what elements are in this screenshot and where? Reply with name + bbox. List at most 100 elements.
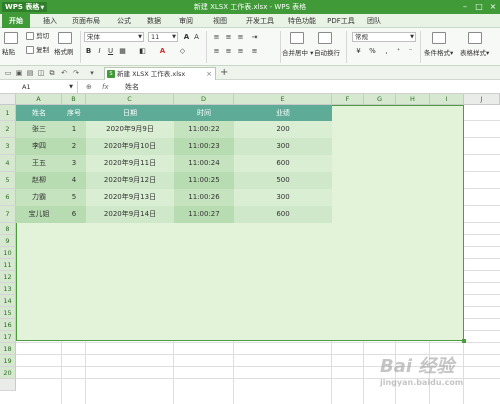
redo-icon[interactable]: ↷ <box>72 69 80 77</box>
cell-date[interactable]: 2020年9月11日 <box>86 155 174 172</box>
row-header-17[interactable]: 17 <box>0 331 16 343</box>
chevron-down-icon[interactable]: ▾ <box>88 69 96 77</box>
folder-icon[interactable]: ▭ <box>4 69 12 77</box>
cell-score[interactable]: 300 <box>234 138 332 155</box>
cell-name[interactable]: 张三 <box>16 121 62 138</box>
italic-button[interactable]: I <box>95 47 104 56</box>
cell-seq[interactable]: 6 <box>62 206 86 223</box>
tab-review[interactable]: 审阅 <box>174 14 198 28</box>
export-icon[interactable]: ⧉ <box>48 69 56 77</box>
align-middle-icon[interactable]: ≡ <box>224 33 233 42</box>
undo-icon[interactable]: ↶ <box>60 69 68 77</box>
cell-time[interactable]: 11:00:25 <box>174 172 234 189</box>
tab-team[interactable]: 团队 <box>362 14 386 28</box>
row-header-11[interactable]: 11 <box>0 259 16 271</box>
tab-view[interactable]: 视图 <box>208 14 232 28</box>
document-tab[interactable]: S 新建 XLSX 工作表.xlsx × <box>104 67 216 80</box>
column-header-b[interactable]: B <box>62 94 86 105</box>
cell-score[interactable]: 600 <box>234 206 332 223</box>
percent-button[interactable]: % <box>368 47 377 56</box>
cell-score[interactable]: 300 <box>234 189 332 206</box>
font-color-icon[interactable]: A <box>158 47 167 56</box>
print-preview-icon[interactable]: ◫ <box>37 69 45 77</box>
merge-center-button[interactable]: 合并居中 ▾ <box>282 49 313 58</box>
tab-start[interactable]: 开始 <box>2 14 30 28</box>
paste-button[interactable]: 粘贴 <box>2 48 15 57</box>
cell-name[interactable]: 赵柳 <box>16 172 62 189</box>
row-header-8[interactable]: 8 <box>0 223 16 235</box>
header-cell-date[interactable]: 日期 <box>86 105 174 121</box>
cell-seq[interactable]: 4 <box>62 172 86 189</box>
formula-input[interactable]: 姓名 <box>125 80 139 94</box>
row-header-20[interactable]: 20 <box>0 367 16 379</box>
indent-icon[interactable]: ⇥ <box>250 33 259 42</box>
grow-font-icon[interactable]: A <box>182 33 191 42</box>
currency-button[interactable]: ¥ <box>354 47 363 56</box>
cell-date[interactable]: 2020年9月13日 <box>86 189 174 206</box>
copy-button[interactable]: 复制 <box>26 46 49 55</box>
column-header-i[interactable]: I <box>430 94 464 105</box>
cell-score[interactable]: 500 <box>234 172 332 189</box>
cell-time[interactable]: 11:00:26 <box>174 189 234 206</box>
row-header-6[interactable]: 6 <box>0 189 16 206</box>
cell-seq[interactable]: 2 <box>62 138 86 155</box>
wrap-text-icon[interactable] <box>318 32 332 44</box>
minimize-icon[interactable]: – <box>458 0 472 14</box>
row-header-1[interactable]: 1 <box>0 105 16 121</box>
cell-name[interactable]: 力霸 <box>16 189 62 206</box>
align-top-icon[interactable]: ≡ <box>212 33 221 42</box>
cell-time[interactable]: 11:00:27 <box>174 206 234 223</box>
row-header-7[interactable]: 7 <box>0 206 16 223</box>
cell-seq[interactable]: 1 <box>62 121 86 138</box>
bold-button[interactable]: B <box>84 47 93 56</box>
cell-date[interactable]: 2020年9月10日 <box>86 138 174 155</box>
align-center-icon[interactable]: ≡ <box>224 47 233 56</box>
column-header-a[interactable]: A <box>16 94 62 105</box>
tab-page-layout[interactable]: 页面布局 <box>68 14 104 28</box>
print-icon[interactable]: ▤ <box>26 69 34 77</box>
close-tab-icon[interactable]: × <box>206 68 212 80</box>
shrink-font-icon[interactable]: A <box>192 33 201 42</box>
name-box[interactable]: A1 ▼ <box>0 81 78 93</box>
row-header-9[interactable]: 9 <box>0 235 16 247</box>
format-painter-button[interactable]: 格式刷 <box>54 48 74 57</box>
column-header-c[interactable]: C <box>86 94 174 105</box>
format-painter-icon[interactable] <box>58 32 72 44</box>
row-header-next[interactable] <box>0 379 16 391</box>
table-style-icon[interactable] <box>468 32 482 44</box>
font-size-select[interactable]: 11 ▼ <box>148 32 178 42</box>
column-header-e[interactable]: E <box>234 94 332 105</box>
cell-time[interactable]: 11:00:24 <box>174 155 234 172</box>
font-name-select[interactable]: 宋体 ▼ <box>84 32 144 42</box>
column-header-g[interactable]: G <box>364 94 396 105</box>
header-cell-time[interactable]: 时间 <box>174 105 234 121</box>
row-header-14[interactable]: 14 <box>0 295 16 307</box>
cell-name[interactable]: 宝儿姐 <box>16 206 62 223</box>
cell-name[interactable]: 王五 <box>16 155 62 172</box>
row-header-16[interactable]: 16 <box>0 319 16 331</box>
tab-pdf-tools[interactable]: PDF工具 <box>324 14 358 28</box>
app-menu-button[interactable]: WPS 表格▼ <box>2 2 48 12</box>
tab-formulas[interactable]: 公式 <box>112 14 136 28</box>
eraser-icon[interactable]: ◇ <box>178 47 187 56</box>
justify-icon[interactable]: ≡ <box>250 47 259 56</box>
column-header-d[interactable]: D <box>174 94 234 105</box>
tab-data[interactable]: 数据 <box>142 14 166 28</box>
tab-features[interactable]: 特色功能 <box>282 14 322 28</box>
row-header-12[interactable]: 12 <box>0 271 16 283</box>
select-all-corner[interactable] <box>0 94 16 105</box>
row-header-19[interactable]: 19 <box>0 355 16 367</box>
cell-date[interactable]: 2020年9月9日 <box>86 121 174 138</box>
header-cell-name[interactable]: 姓名 <box>16 105 62 121</box>
increase-decimal-icon[interactable]: ⁺ <box>394 47 403 56</box>
header-cell-score[interactable]: 业绩 <box>234 105 332 121</box>
merge-center-icon[interactable] <box>290 32 304 44</box>
decrease-decimal-icon[interactable]: ⁻ <box>406 47 415 56</box>
paste-icon[interactable] <box>4 32 18 44</box>
cell-date[interactable]: 2020年9月14日 <box>86 206 174 223</box>
cell-time[interactable]: 11:00:22 <box>174 121 234 138</box>
fill-handle[interactable] <box>462 339 466 343</box>
maximize-icon[interactable]: □ <box>472 0 486 14</box>
cell-time[interactable]: 11:00:23 <box>174 138 234 155</box>
underline-button[interactable]: U <box>106 47 115 56</box>
